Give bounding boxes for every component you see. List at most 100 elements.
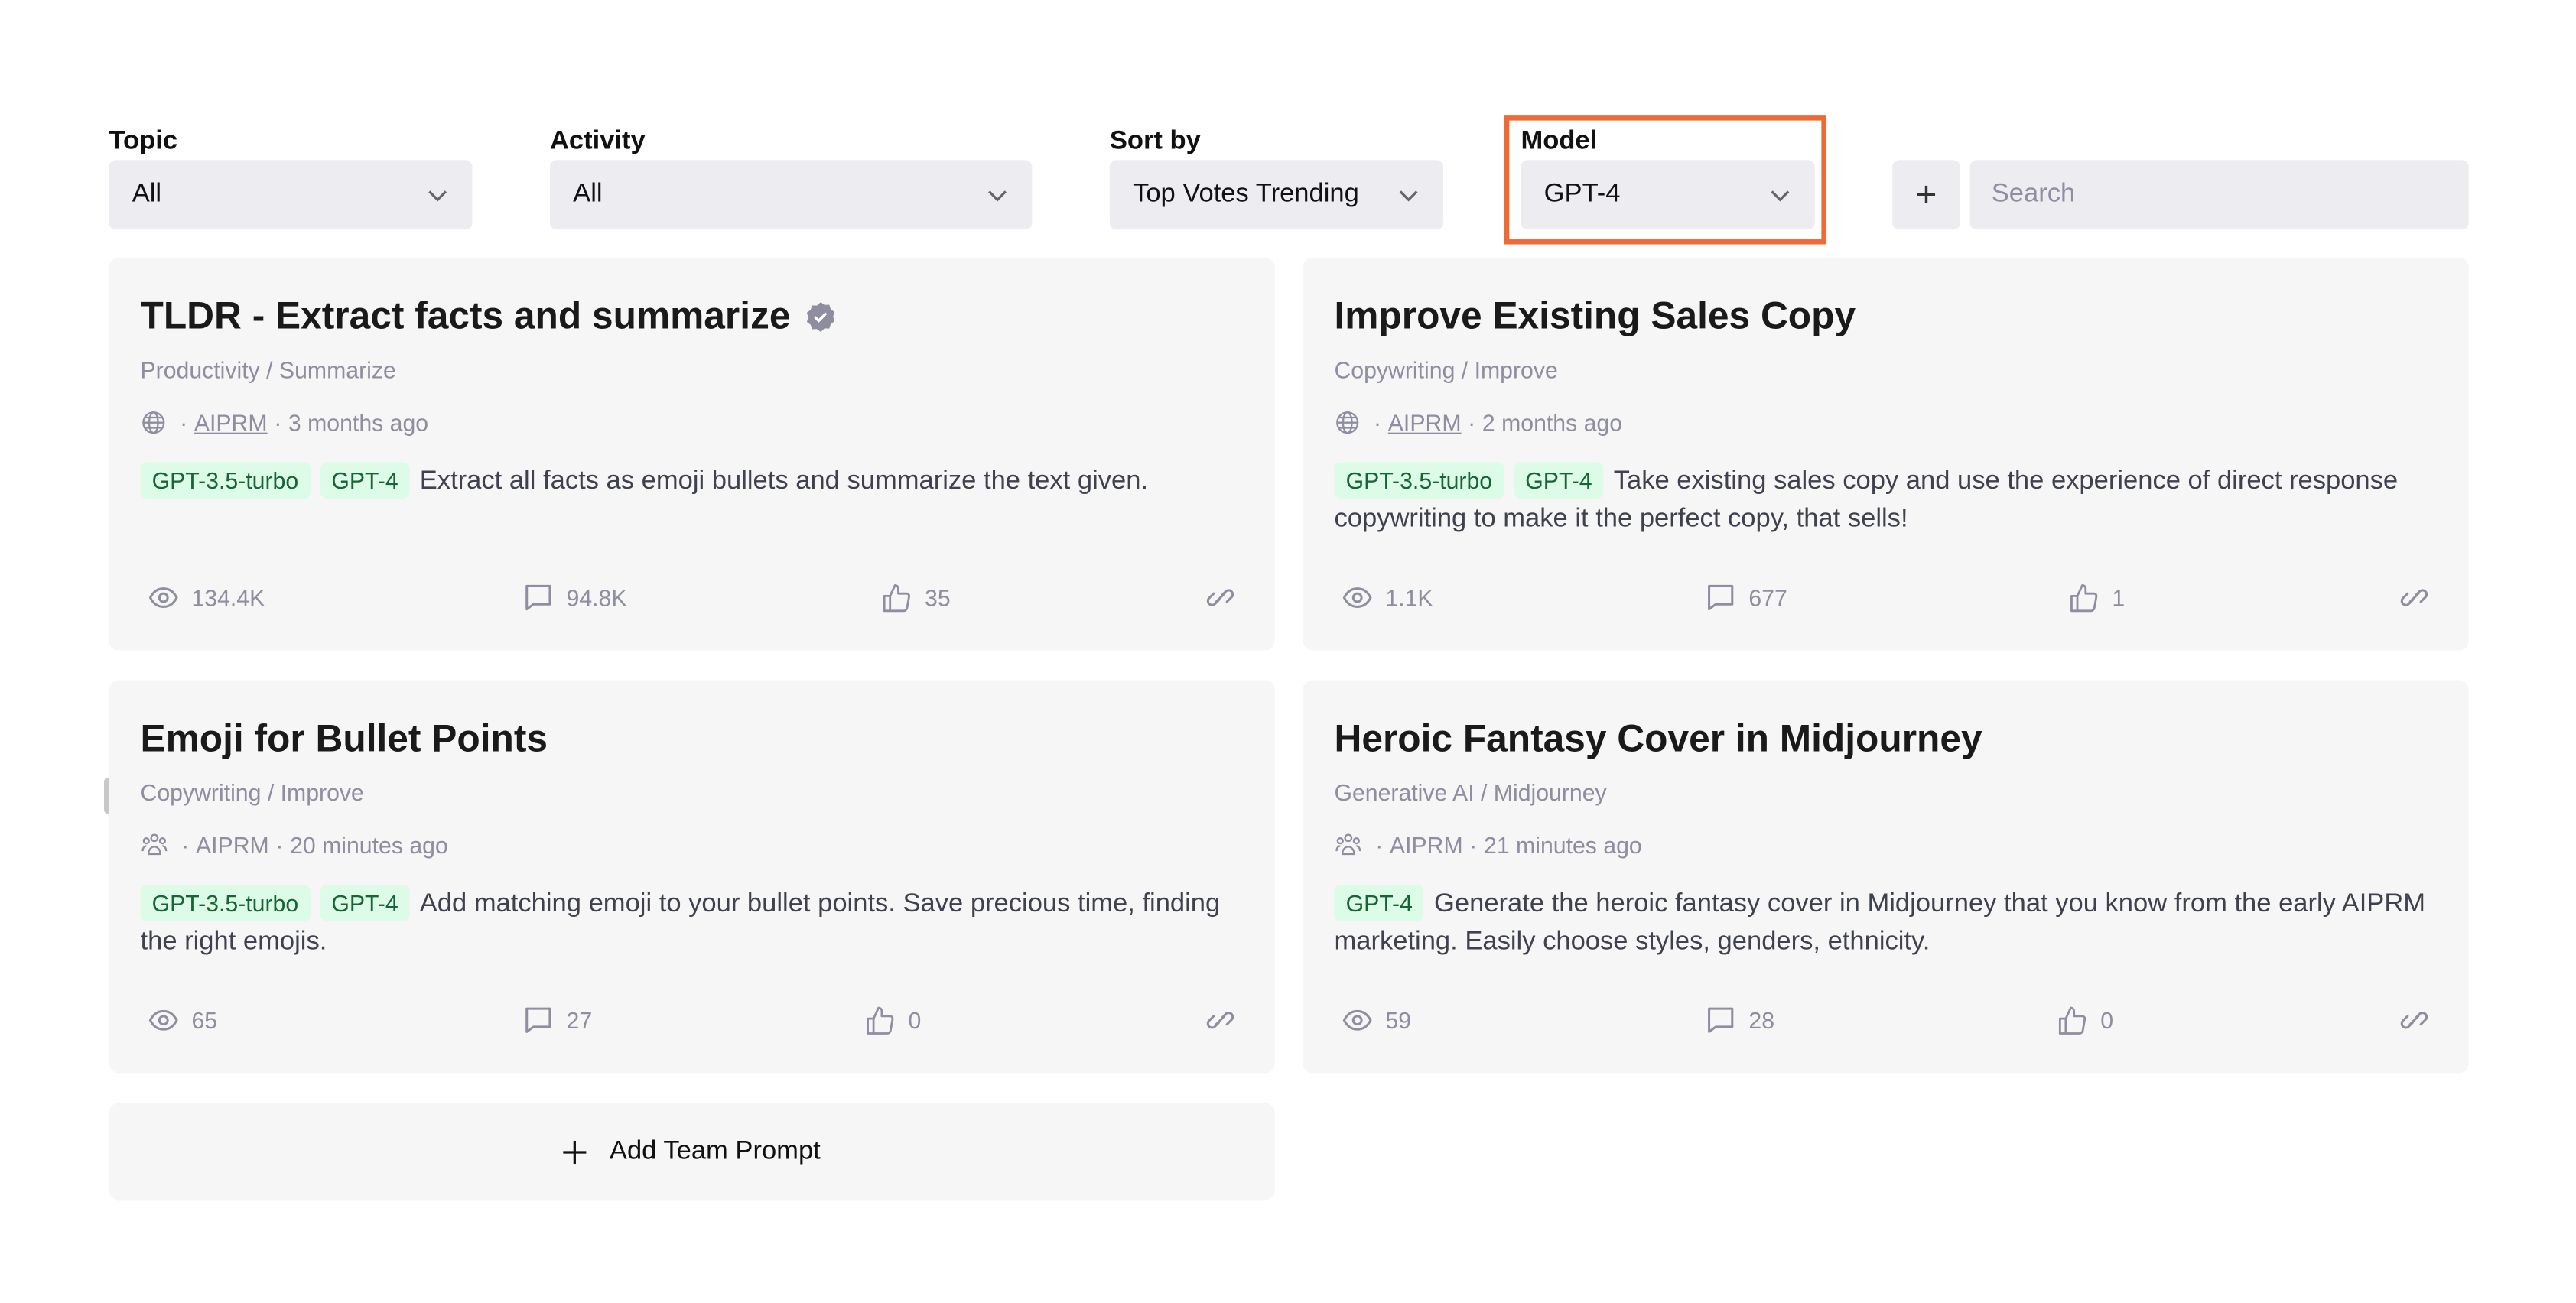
prompt-category: Copywriting / Improve xyxy=(140,779,364,806)
prompts-page: Topic All Activity All Sort by Top Votes… xyxy=(0,0,2576,1302)
comments-count: 677 xyxy=(1748,584,1787,611)
views-stat: 1.1K xyxy=(1342,583,1433,613)
eye-icon xyxy=(148,1009,178,1031)
separator: · xyxy=(173,409,188,436)
votes-stat[interactable]: 35 xyxy=(882,583,951,613)
views-count: 65 xyxy=(191,1006,218,1034)
activity-value: All xyxy=(573,180,603,209)
eye-icon xyxy=(148,587,178,608)
author-link[interactable]: AIPRM xyxy=(1388,409,1462,436)
model-tag[interactable]: GPT-4 xyxy=(1334,885,1425,921)
comment-icon xyxy=(525,584,551,611)
comments-count: 27 xyxy=(566,1006,593,1034)
views-count: 1.1K xyxy=(1385,584,1433,611)
add-team-prompt-button[interactable]: Add Team Prompt xyxy=(109,1103,1275,1201)
prompt-card[interactable]: TLDR - Extract facts and summarize Produ… xyxy=(109,257,1275,651)
prompt-meta: · AIPRM · 21 minutes ago xyxy=(1334,832,1642,859)
prompt-card[interactable]: Emoji for Bullet Points Copywriting / Im… xyxy=(109,680,1275,1074)
comments-stat: 677 xyxy=(1706,583,1787,613)
plus-icon xyxy=(563,1139,587,1164)
prompt-card[interactable]: Heroic Fantasy Cover in Midjourney Gener… xyxy=(1303,680,2469,1074)
separator: · xyxy=(275,832,284,859)
chevron-down-icon xyxy=(988,190,1007,202)
prompt-time: 21 minutes ago xyxy=(1484,832,1642,859)
chevron-down-icon xyxy=(1771,190,1790,202)
model-select[interactable]: GPT-4 xyxy=(1521,160,1815,230)
prompt-title-row: Improve Existing Sales Copy xyxy=(1334,294,1856,338)
sort-select[interactable]: Top Votes Trending xyxy=(1109,160,1443,230)
prompt-title[interactable]: Improve Existing Sales Copy xyxy=(1334,294,1856,338)
views-count: 59 xyxy=(1385,1006,1412,1034)
thumbs-up-icon[interactable] xyxy=(2069,583,2099,613)
add-prompt-button[interactable]: + xyxy=(1892,160,1960,230)
team-icon xyxy=(141,833,168,856)
comments-stat: 94.8K xyxy=(523,583,627,613)
prompt-description-row: GPT-4 Generate the heroic fantasy cover i… xyxy=(1334,885,2437,960)
model-tag[interactable]: GPT-4 xyxy=(320,885,410,921)
prompt-category: Copywriting / Improve xyxy=(1334,356,1558,383)
comment-icon xyxy=(1708,1007,1734,1033)
copy-link-button[interactable] xyxy=(1205,1006,1235,1035)
link-icon[interactable] xyxy=(2399,583,2429,613)
add-team-prompt-label: Add Team Prompt xyxy=(609,1136,821,1165)
prompt-description-row: GPT-3.5-turbo GPT-4 Add matching emoji to … xyxy=(140,885,1244,960)
topic-value: All xyxy=(132,180,162,209)
model-tag[interactable]: GPT-3.5-turbo xyxy=(1334,462,1504,499)
prompt-time: 3 months ago xyxy=(288,409,429,436)
thumbs-up-icon[interactable] xyxy=(882,583,912,613)
views-stat: 59 xyxy=(1342,1006,1411,1035)
thumbs-up-icon[interactable] xyxy=(865,1006,895,1035)
chevron-down-icon xyxy=(428,190,447,202)
separator: · xyxy=(1468,409,1476,436)
model-tag[interactable]: GPT-4 xyxy=(1514,462,1604,499)
link-icon[interactable] xyxy=(1205,1006,1235,1035)
author-link[interactable]: AIPRM xyxy=(1390,832,1463,859)
comments-count: 28 xyxy=(1748,1006,1775,1034)
search-input[interactable] xyxy=(1969,160,2469,230)
model-tag[interactable]: GPT-3.5-turbo xyxy=(140,462,311,499)
votes-count: 0 xyxy=(908,1006,922,1034)
author-link[interactable]: AIPRM xyxy=(196,832,269,859)
eye-icon xyxy=(1342,587,1372,608)
comments-count: 94.8K xyxy=(566,584,627,611)
prompt-category: Generative AI / Midjourney xyxy=(1334,779,1607,806)
prompt-card[interactable]: Improve Existing Sales Copy Copywriting … xyxy=(1303,257,2469,651)
prompt-meta: · AIPRM · 20 minutes ago xyxy=(141,832,448,859)
prompt-meta: · AIPRM · 3 months ago xyxy=(141,409,429,436)
topic-select[interactable]: All xyxy=(109,160,473,230)
thumbs-up-icon[interactable] xyxy=(2057,1006,2087,1035)
activity-label: Activity xyxy=(549,127,646,155)
globe-icon xyxy=(142,411,165,434)
link-icon[interactable] xyxy=(1205,583,1235,613)
votes-stat[interactable]: 1 xyxy=(2069,583,2125,613)
separator: · xyxy=(1469,832,1478,859)
model-tag[interactable]: GPT-3.5-turbo xyxy=(140,885,311,921)
votes-count: 0 xyxy=(2100,1006,2114,1034)
comment-icon xyxy=(525,1007,551,1033)
globe-icon xyxy=(1336,411,1359,434)
prompt-time: 2 months ago xyxy=(1482,409,1623,436)
chevron-down-icon xyxy=(1399,190,1418,202)
votes-stat[interactable]: 0 xyxy=(865,1006,921,1035)
prompt-title[interactable]: Emoji for Bullet Points xyxy=(141,716,548,761)
votes-stat[interactable]: 0 xyxy=(2057,1006,2113,1035)
sort-label: Sort by xyxy=(1109,127,1201,155)
author-link[interactable]: AIPRM xyxy=(194,409,268,436)
copy-link-button[interactable] xyxy=(1205,583,1235,613)
votes-count: 35 xyxy=(925,584,951,611)
model-tag[interactable]: GPT-4 xyxy=(320,462,410,499)
views-count: 134.4K xyxy=(191,584,265,611)
views-stat: 134.4K xyxy=(148,583,265,613)
prompt-description-row: GPT-3.5-turbo GPT-4 Extract all facts as e… xyxy=(140,462,1244,501)
prompt-title[interactable]: TLDR - Extract facts and summarize xyxy=(141,294,791,338)
link-icon[interactable] xyxy=(2399,1006,2429,1035)
activity-select[interactable]: All xyxy=(549,160,1033,230)
copy-link-button[interactable] xyxy=(2399,583,2429,613)
copy-link-button[interactable] xyxy=(2399,1006,2429,1035)
model-value: GPT-4 xyxy=(1543,180,1621,209)
comments-stat: 27 xyxy=(523,1006,592,1035)
model-label: Model xyxy=(1521,127,1598,155)
prompt-description-row: GPT-3.5-turbo GPT-4 Take existing sales co… xyxy=(1334,462,2437,538)
prompt-title-row: Heroic Fantasy Cover in Midjourney xyxy=(1334,716,1982,761)
prompt-title[interactable]: Heroic Fantasy Cover in Midjourney xyxy=(1334,716,1982,761)
